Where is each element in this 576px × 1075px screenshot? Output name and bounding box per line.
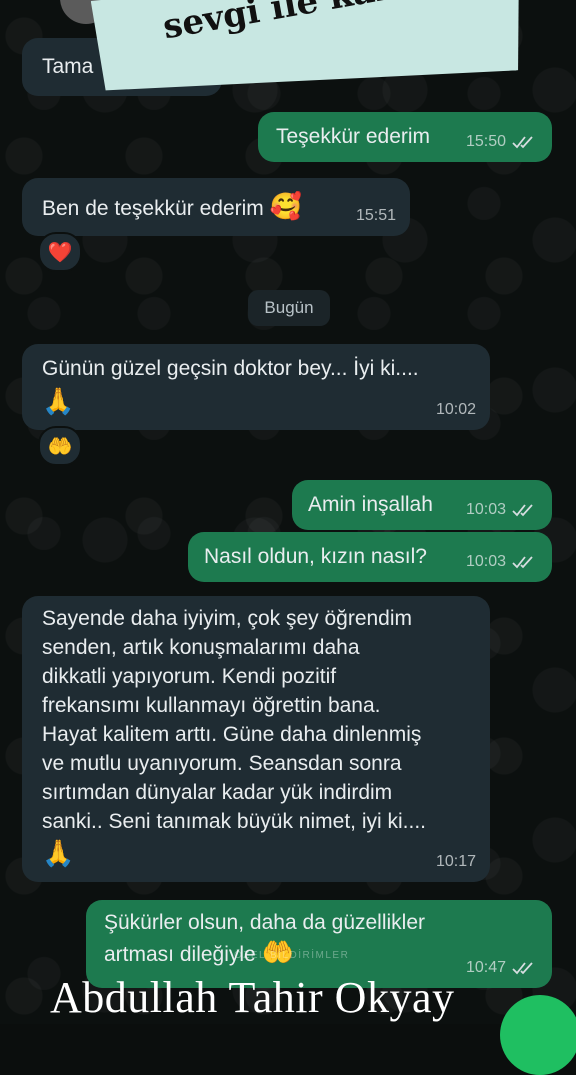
message-bubble-incoming[interactable]: Günün güzel geçsin doktor bey... İyi ki.…	[22, 344, 490, 430]
double-check-icon	[512, 961, 533, 974]
message-line: senden, artık konuşmalarımı daha	[42, 636, 360, 659]
message-time: 10:47	[465, 959, 506, 976]
message-meta: 10:03	[466, 547, 538, 576]
smiling-hearts-emoji: 🥰	[269, 191, 303, 221]
message-line: Hayat kalitem arttı. Güne daha dinlenmiş	[42, 723, 422, 746]
message-text: Tama	[42, 55, 94, 78]
message-text: Amin inşallah	[308, 493, 433, 516]
open-hands-icon: 🤲	[47, 435, 73, 458]
message-line: ve mutlu uyanıyorum. Seansdan sonra	[42, 752, 402, 775]
message-meta: 10:47	[466, 953, 538, 982]
message-bubble-outgoing[interactable]: Teşekkür ederim 15:50	[258, 112, 552, 162]
watermark: ÖZEL BİLDİRİMLER	[234, 950, 350, 961]
message-line: dikkatli yapıyorum. Kendi pozitif	[42, 665, 337, 688]
message-text: Nasıl oldun, kızın nasıl?	[204, 545, 427, 568]
message-text: Teşekkür ederim	[276, 125, 431, 148]
message-line: Sayende daha iyiyim, çok şey öğrendim	[42, 607, 413, 630]
message-text: Günün güzel geçsin doktor bey... İyi ki.…	[42, 357, 419, 380]
message-line: Şükürler olsun, daha da güzellikler	[104, 911, 426, 934]
message-line: sırtımdan dünyalar kadar yük indirdim	[42, 781, 393, 804]
message-text-body: Ben de teşekkür ederim	[42, 197, 264, 220]
message-bubble-outgoing[interactable]: Nasıl oldun, kızın nasıl? 10:03	[188, 532, 552, 582]
praying-hands-emoji: 🙏	[42, 386, 75, 416]
double-check-icon	[512, 503, 533, 516]
message-meta: 10:03	[466, 495, 538, 524]
message-line-text: artması dileğiyle	[104, 943, 256, 966]
message-time: 10:03	[465, 553, 506, 570]
message-time: 15:50	[465, 133, 506, 150]
double-check-icon	[512, 555, 533, 568]
date-divider: Bugün	[248, 290, 330, 326]
heart-icon: ❤️	[47, 241, 73, 264]
message-line: sanki.. Seni tanımak büyük nimet, iyi ki…	[42, 810, 426, 833]
reaction-badge[interactable]: ❤️	[38, 232, 82, 272]
message-time: 10:03	[465, 501, 506, 518]
message-time: 15:51	[355, 207, 396, 224]
double-check-icon	[512, 135, 533, 148]
signature-text: Abdullah Tahir Okyay	[50, 973, 455, 1022]
praying-hands-emoji: 🙏	[42, 838, 75, 868]
fab-button[interactable]	[500, 995, 576, 1075]
message-time: 10:02	[435, 401, 476, 418]
reaction-badge[interactable]: 🤲	[38, 426, 82, 466]
message-line: frekansımı kullanmayı öğrettin bana.	[42, 694, 381, 717]
message-bubble-incoming[interactable]: Sayende daha iyiyim, çok şey öğrendim se…	[22, 596, 490, 882]
message-time: 10:17	[435, 853, 476, 870]
message-text: Ben de teşekkür ederim 🥰	[42, 192, 302, 223]
message-bubble-incoming[interactable]: Ben de teşekkür ederim 🥰 15:51	[22, 178, 410, 236]
message-bubble-outgoing[interactable]: Amin inşallah 10:03	[292, 480, 552, 530]
message-meta: 15:50	[466, 127, 538, 156]
